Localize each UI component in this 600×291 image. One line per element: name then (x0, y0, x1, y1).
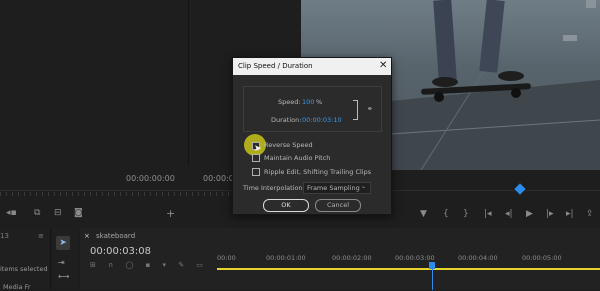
time-interpolation-label: Time Interpolation (243, 184, 303, 192)
marker-icon[interactable]: ▼ (420, 209, 427, 219)
speed-group-box (243, 86, 382, 132)
track-select-tool-icon[interactable]: ⇥ (58, 258, 65, 267)
insert-icon[interactable]: ⧉ (34, 208, 40, 218)
source-timecode: 00:00:00:00 (126, 174, 175, 183)
add-button-icon[interactable]: + (166, 207, 175, 220)
speed-unit: % (316, 98, 323, 106)
step-forward-icon[interactable]: |▸ (546, 209, 554, 219)
close-tab-icon[interactable]: × (84, 232, 90, 240)
mark-out-icon[interactable]: } (463, 209, 469, 219)
export-frame-icon[interactable]: ◙ (74, 208, 83, 218)
timeline-toolbar-icons[interactable]: ⊞ ∩ ◯ ▪ ▾ ✎ ▭ (90, 261, 208, 269)
panel-divider (188, 0, 189, 166)
ruler-tick-4: 00:00:04:00 (458, 254, 498, 262)
ruler-tick-2: 00:00:02:00 (332, 254, 372, 262)
go-to-out-icon[interactable]: ▸| (566, 209, 574, 219)
go-to-in-icon[interactable]: |◂ (484, 209, 492, 219)
ripple-edit-checkbox[interactable] (252, 168, 260, 176)
speed-label: Speed: (278, 98, 301, 106)
maintain-pitch-label: Maintain Audio Pitch (264, 154, 331, 162)
link-bracket (353, 100, 358, 120)
duration-value[interactable]: 00:00:03:10 (302, 116, 342, 124)
reverse-speed-label: Reverse Speed (264, 141, 313, 149)
dialog-titlebar: Clip Speed / Duration ✕ (233, 58, 391, 75)
cancel-button[interactable]: Cancel (315, 199, 361, 212)
chevron-down-icon: ⌄ (361, 183, 367, 190)
ripple-edit-tool-icon[interactable]: ⟷ (58, 272, 69, 281)
time-interpolation-value: Frame Sampling (307, 184, 360, 192)
sequence-tab[interactable]: skateboard (96, 232, 135, 240)
panel-menu-icon[interactable]: ≡ (38, 232, 44, 240)
ruler-tick-1: 00:00:01:00 (266, 254, 306, 262)
ruler-tick-3: 00:00:03:00 (395, 254, 435, 262)
work-area-bar[interactable] (217, 268, 600, 270)
overwrite-icon[interactable]: ⊟ (54, 208, 62, 218)
mark-in-icon[interactable]: ◂▪ (6, 208, 17, 218)
project-panel: 13 ≡ items selected Media Fr (0, 228, 51, 291)
time-interpolation-select[interactable]: Frame Sampling ⌄ (303, 182, 371, 194)
link-chain-icon[interactable]: ⚭ (367, 105, 373, 113)
lift-icon[interactable]: ⇪ (586, 209, 594, 219)
step-back-icon[interactable]: ◂| (505, 209, 513, 219)
dialog-title: Clip Speed / Duration (238, 62, 313, 70)
ruler-tick-5: 00:00:05:00 (522, 254, 562, 262)
mouse-cursor-icon: ➤ (254, 144, 262, 154)
items-selected-label: items selected (0, 265, 48, 273)
ruler-tick-0: 00:00 (217, 254, 236, 262)
duration-label: Duration: (271, 116, 302, 124)
clip-speed-dialog: Clip Speed / Duration ✕ Speed: 100 % Dur… (232, 57, 392, 215)
tools-panel: ➤ ⇥ ⟷ (52, 228, 78, 290)
ok-button[interactable]: OK (263, 199, 309, 212)
close-icon[interactable]: ✕ (379, 60, 387, 71)
timeline-panel: × skateboard 00:00:03:08 ⊞ ∩ ◯ ▪ ▾ ✎ ▭ 0… (80, 228, 600, 290)
speed-value[interactable]: 100 (302, 98, 314, 106)
timeline-playhead-line (432, 268, 433, 290)
play-icon[interactable]: ▶ (526, 209, 533, 219)
maintain-pitch-checkbox[interactable] (252, 154, 260, 162)
selection-tool-icon[interactable]: ➤ (56, 236, 70, 250)
ripple-edit-label: Ripple Edit, Shifting Trailing Clips (264, 168, 372, 176)
timeline-timecode[interactable]: 00:00:03:08 (90, 246, 151, 257)
mark-in-icon-2[interactable]: { (443, 209, 449, 219)
project-panel-tab[interactable]: 13 (0, 232, 9, 240)
